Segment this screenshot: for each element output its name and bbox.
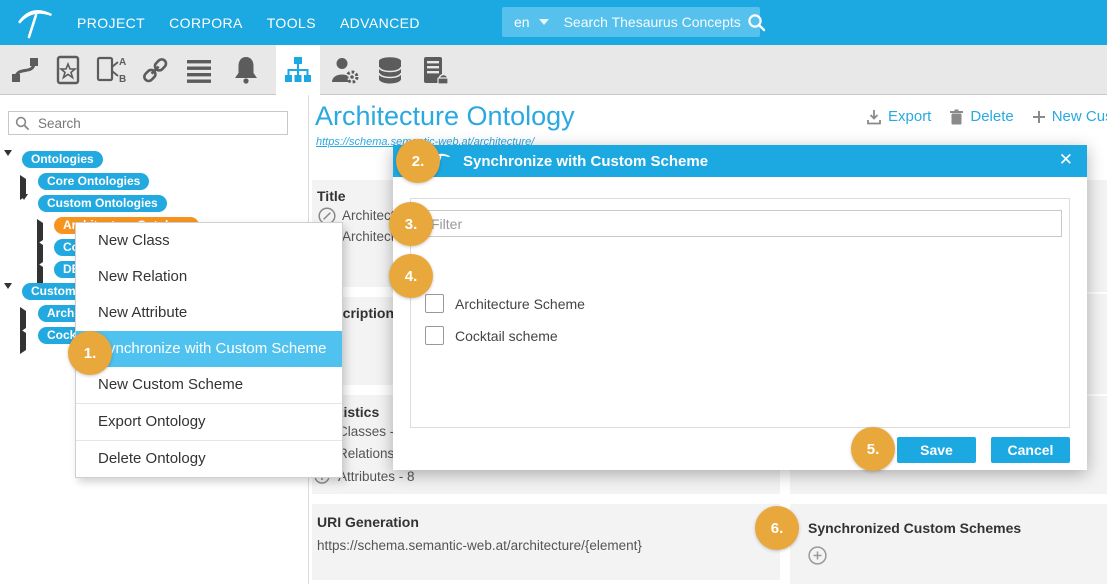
concept-search-input[interactable] bbox=[562, 13, 747, 31]
option-cocktail-scheme[interactable]: Cocktail scheme bbox=[425, 326, 558, 345]
svg-text:A: A bbox=[119, 57, 126, 68]
header-actions: Export Delete New Custom bbox=[866, 108, 1107, 125]
filter-input[interactable] bbox=[420, 210, 1062, 237]
synchronize-modal: Synchronize with Custom Scheme ✕ Archite… bbox=[393, 145, 1087, 470]
stat-attributes: Attributes - 8 bbox=[338, 469, 415, 484]
sidebar-search-input[interactable] bbox=[36, 115, 287, 132]
plus-icon bbox=[1032, 110, 1046, 124]
checkbox-icon[interactable] bbox=[425, 326, 444, 345]
download-icon bbox=[866, 109, 882, 125]
tree-toggle[interactable] bbox=[37, 245, 43, 263]
tree-toggle[interactable] bbox=[20, 333, 26, 351]
top-bar: PROJECT CORPORA TOOLS ADVANCED en bbox=[0, 0, 1107, 45]
nav-corpora[interactable]: CORPORA bbox=[169, 15, 243, 31]
database-icon[interactable] bbox=[368, 45, 412, 95]
annotation-badge-6: 6. bbox=[755, 506, 799, 550]
menu-new-attribute[interactable]: New Attribute bbox=[76, 295, 342, 331]
poolparty-logo-icon[interactable] bbox=[16, 6, 54, 39]
option-architecture-scheme[interactable]: Architecture Scheme bbox=[425, 294, 585, 313]
link-icon[interactable] bbox=[133, 45, 177, 95]
list-icon[interactable] bbox=[177, 45, 221, 95]
annotation-badge-2: 2. bbox=[396, 139, 440, 183]
modal-title: Synchronize with Custom Scheme bbox=[463, 153, 708, 170]
ontology-context-menu: New Class New Relation New Attribute Syn… bbox=[75, 222, 343, 478]
nav-tools[interactable]: TOOLS bbox=[267, 15, 316, 31]
document-ab-icon[interactable]: A B bbox=[89, 45, 133, 95]
modal-header: Synchronize with Custom Scheme ✕ bbox=[393, 145, 1087, 177]
panel-header: Synchronized Custom Schemes bbox=[808, 520, 1021, 536]
menu-synchronize-with-custom-scheme[interactable]: Synchronize with Custom Scheme bbox=[76, 331, 342, 367]
flow-icon[interactable] bbox=[3, 45, 47, 95]
svg-text:B: B bbox=[119, 74, 126, 85]
notifications-bell-icon[interactable] bbox=[224, 45, 268, 95]
delete-button[interactable]: Delete bbox=[949, 108, 1013, 125]
menu-delete-ontology[interactable]: Delete Ontology bbox=[76, 440, 342, 477]
search-icon bbox=[15, 116, 30, 131]
menu-new-custom-scheme[interactable]: New Custom Scheme bbox=[76, 367, 342, 403]
server-icon[interactable] bbox=[412, 45, 456, 95]
search-icon[interactable] bbox=[747, 13, 766, 32]
checkbox-icon[interactable] bbox=[425, 294, 444, 313]
panel-header: URI Generation bbox=[317, 514, 419, 530]
modal-content-box: Architecture Scheme Cocktail scheme bbox=[410, 198, 1070, 428]
uri-pattern-value: https://schema.semantic-web.at/architect… bbox=[317, 538, 642, 553]
tree-item-ontologies[interactable]: Ontologies bbox=[22, 151, 103, 168]
language-selector[interactable]: en bbox=[514, 14, 549, 30]
stat-classes: Classes - bbox=[338, 424, 394, 439]
nav-advanced[interactable]: ADVANCED bbox=[340, 15, 420, 31]
sidebar-search-box bbox=[8, 111, 288, 135]
ontology-sitemap-icon[interactable] bbox=[276, 45, 320, 95]
uri-generation-panel: URI Generation https://schema.semantic-w… bbox=[312, 504, 780, 580]
nav-project[interactable]: PROJECT bbox=[77, 15, 145, 31]
synchronized-schemes-panel: Synchronized Custom Schemes bbox=[790, 504, 1107, 584]
language-value: en bbox=[514, 14, 530, 30]
export-button[interactable]: Export bbox=[866, 108, 931, 125]
tree-toggle[interactable] bbox=[20, 200, 28, 218]
annotation-badge-1: 1. bbox=[68, 331, 112, 375]
option-label: Architecture Scheme bbox=[455, 296, 585, 312]
page-title: Architecture Ontology bbox=[315, 101, 575, 132]
add-scheme-icon[interactable] bbox=[808, 546, 827, 565]
chevron-down-icon bbox=[539, 19, 549, 25]
tree-item-custom-ontologies[interactable]: Custom Ontologies bbox=[38, 195, 167, 212]
tree-item-core-ontologies[interactable]: Core Ontologies bbox=[38, 173, 149, 190]
close-icon[interactable]: ✕ bbox=[1059, 150, 1073, 170]
tree-toggle[interactable] bbox=[20, 311, 26, 329]
document-star-icon[interactable] bbox=[46, 45, 90, 95]
new-custom-scheme-button[interactable]: New Custom bbox=[1032, 108, 1107, 125]
menu-new-relation[interactable]: New Relation bbox=[76, 259, 342, 295]
tree-toggle[interactable] bbox=[37, 223, 43, 241]
annotation-badge-4: 4. bbox=[389, 254, 433, 298]
trash-icon bbox=[949, 109, 964, 125]
option-label: Cocktail scheme bbox=[455, 328, 558, 344]
annotation-badge-5: 5. bbox=[851, 427, 895, 471]
cancel-button[interactable]: Cancel bbox=[991, 437, 1070, 463]
menu-new-class[interactable]: New Class bbox=[76, 223, 342, 259]
save-button[interactable]: Save bbox=[897, 437, 976, 463]
main-nav: PROJECT CORPORA TOOLS ADVANCED bbox=[77, 0, 420, 45]
panel-header: Title bbox=[317, 188, 346, 204]
menu-export-ontology[interactable]: Export Ontology bbox=[76, 403, 342, 440]
tree-toggle[interactable] bbox=[4, 289, 12, 307]
tree-toggle[interactable] bbox=[4, 156, 12, 174]
annotation-badge-3: 3. bbox=[389, 202, 433, 246]
user-settings-icon[interactable] bbox=[323, 45, 367, 95]
concept-search-box: en bbox=[502, 7, 760, 37]
